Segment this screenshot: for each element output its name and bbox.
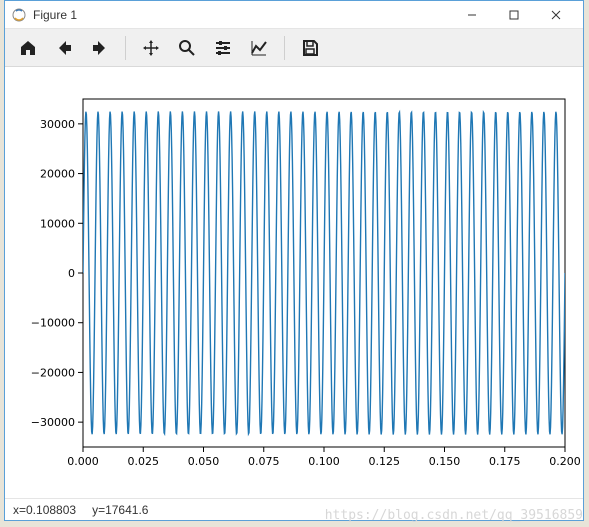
svg-text:10000: 10000	[40, 217, 75, 230]
svg-text:0.075: 0.075	[248, 455, 280, 468]
arrow-left-icon	[54, 38, 74, 58]
sliders-icon	[213, 38, 233, 58]
close-button[interactable]	[535, 1, 577, 29]
window-title: Figure 1	[33, 8, 77, 22]
svg-text:0.000: 0.000	[67, 455, 99, 468]
titlebar: Figure 1	[5, 1, 583, 29]
arrow-right-icon	[90, 38, 110, 58]
svg-text:30000: 30000	[40, 118, 75, 131]
statusbar: x=0.108803 y=17641.6	[5, 498, 583, 520]
svg-text:0: 0	[68, 267, 75, 280]
svg-text:0.200: 0.200	[549, 455, 581, 468]
chart-line-icon	[249, 38, 269, 58]
zoom-icon	[177, 38, 197, 58]
save-button[interactable]	[293, 33, 327, 63]
svg-text:0.175: 0.175	[489, 455, 521, 468]
status-y: y=17641.6	[92, 503, 148, 517]
svg-text:−20000: −20000	[31, 366, 75, 379]
move-icon	[141, 38, 161, 58]
save-icon	[300, 38, 320, 58]
back-button[interactable]	[47, 33, 81, 63]
svg-text:−30000: −30000	[31, 416, 75, 429]
configure-button[interactable]	[206, 33, 240, 63]
svg-text:20000: 20000	[40, 168, 75, 181]
svg-text:0.125: 0.125	[369, 455, 401, 468]
toolbar-separator	[284, 36, 285, 60]
pan-button[interactable]	[134, 33, 168, 63]
plot-svg: 0.000 0.025 0.050 0.075 0.100 0.125 0.150 0.175…	[5, 67, 583, 497]
svg-text:0.025: 0.025	[128, 455, 160, 468]
edit-axis-button[interactable]	[242, 33, 276, 63]
figure-window: Figure 1	[4, 0, 584, 521]
svg-text:0.100: 0.100	[308, 455, 340, 468]
minimize-button[interactable]	[451, 1, 493, 29]
zoom-button[interactable]	[170, 33, 204, 63]
plot-canvas[interactable]: 0.000 0.025 0.050 0.075 0.100 0.125 0.150 0.175…	[5, 67, 583, 498]
svg-text:−10000: −10000	[31, 317, 75, 330]
maximize-button[interactable]	[493, 1, 535, 29]
toolbar-separator	[125, 36, 126, 60]
svg-text:0.050: 0.050	[188, 455, 220, 468]
home-button[interactable]	[11, 33, 45, 63]
status-x: x=0.108803	[13, 503, 76, 517]
forward-button[interactable]	[83, 33, 117, 63]
app-icon	[11, 7, 27, 23]
svg-text:0.150: 0.150	[429, 455, 461, 468]
home-icon	[18, 38, 38, 58]
toolbar	[5, 29, 583, 67]
